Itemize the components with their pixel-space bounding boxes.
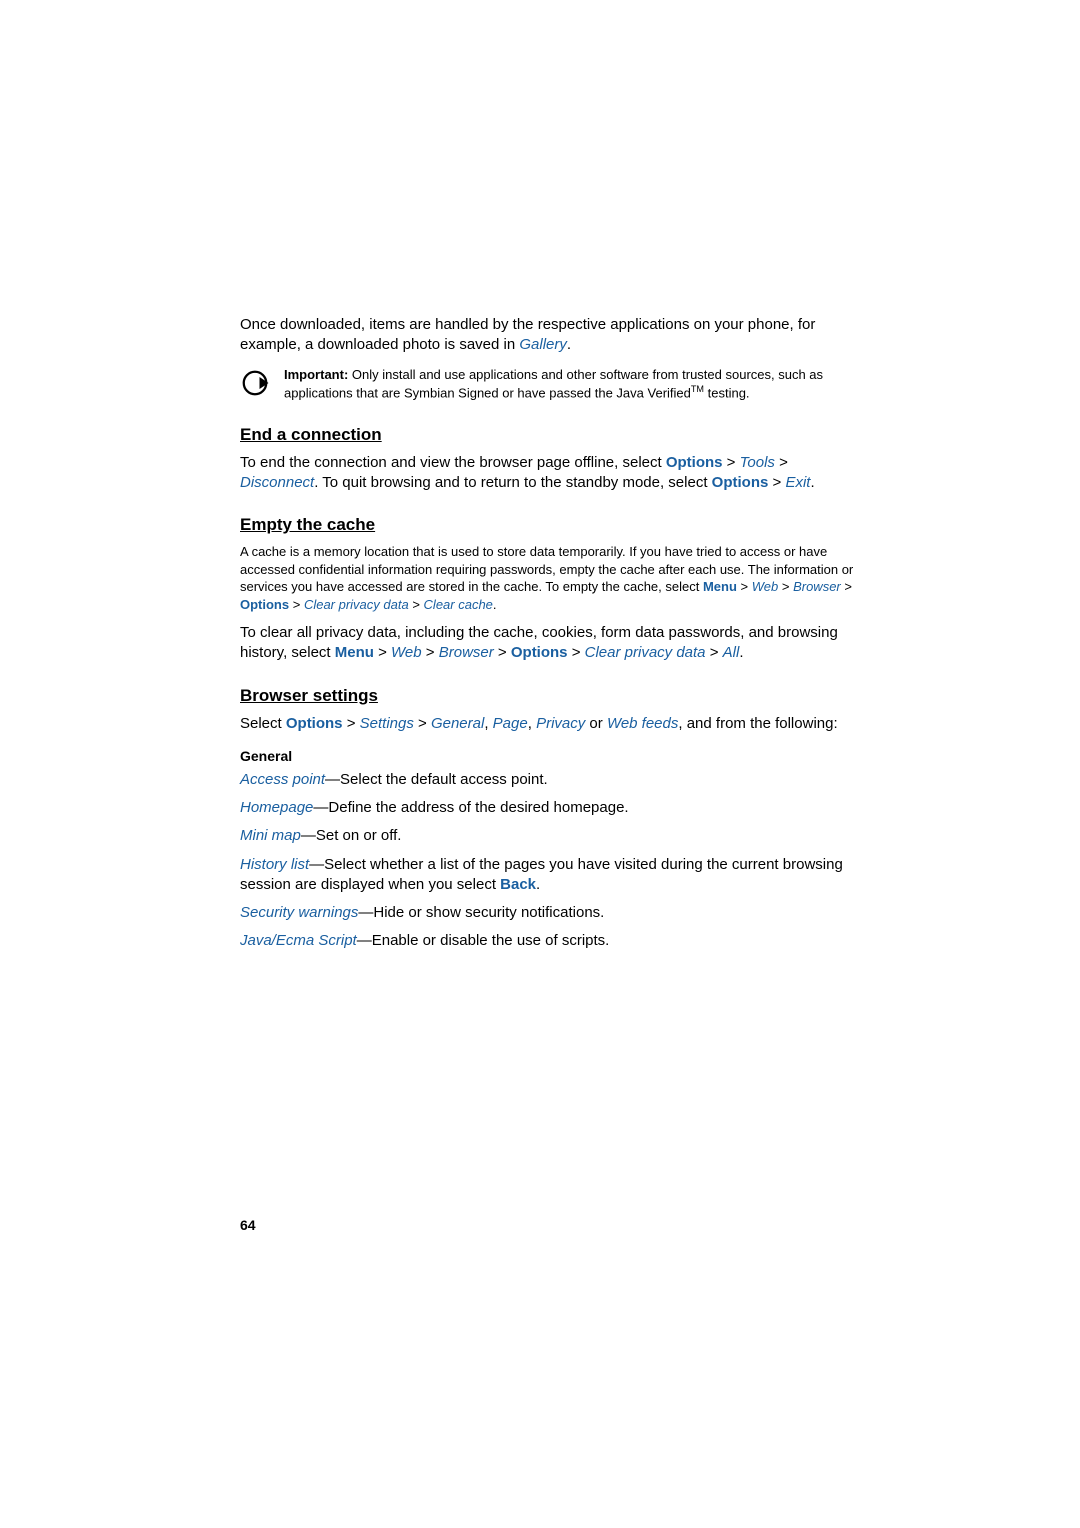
mini-map-label: Mini map: [240, 827, 301, 844]
ectx-menu: Menu: [703, 579, 737, 594]
intro-paragraph: Once downloaded, items are handled by th…: [240, 315, 860, 356]
bs-options: Options: [286, 715, 343, 732]
important-tail: testing.: [704, 385, 750, 400]
ectx-options: Options: [240, 597, 289, 612]
page-number: 64: [240, 1217, 256, 1233]
security-warnings-desc: —Hide or show security notifications.: [358, 904, 604, 921]
ectx2-period: .: [739, 644, 743, 661]
ec-gt2: >: [775, 454, 788, 471]
ectx-web: Web: [752, 579, 779, 594]
setting-java-ecma: Java/Ecma Script—Enable or disable the u…: [240, 931, 860, 951]
tm-mark: TM: [691, 384, 704, 394]
bs-general: General: [431, 715, 484, 732]
heading-empty-cache: Empty the cache: [240, 515, 860, 535]
bs-c2: ,: [528, 715, 536, 732]
ec-exit: Exit: [785, 474, 810, 491]
empty-cache-p1: A cache is a memory location that is use…: [240, 543, 860, 613]
ectx2-clearpriv: Clear privacy data: [585, 644, 706, 661]
ectx2-web: Web: [391, 644, 422, 661]
ectx2-gt2: >: [422, 644, 439, 661]
bs-privacy: Privacy: [536, 715, 585, 732]
bs-tail: , and from the following:: [678, 715, 837, 732]
important-note: Important: Only install and use applicat…: [240, 366, 860, 403]
gallery-link: Gallery: [519, 336, 567, 353]
important-text: Important: Only install and use applicat…: [284, 366, 860, 402]
bs-page: Page: [493, 715, 528, 732]
setting-access-point: Access point—Select the default access p…: [240, 770, 860, 790]
access-point-label: Access point: [240, 771, 325, 788]
setting-homepage: Homepage—Define the address of the desir…: [240, 798, 860, 818]
ectx-clearpriv: Clear privacy data: [304, 597, 409, 612]
ectx-gt3: >: [841, 579, 852, 594]
ectx2-gt3: >: [494, 644, 511, 661]
ec-disconnect: Disconnect: [240, 474, 314, 491]
important-label: Important:: [284, 367, 348, 382]
ectx-gt1: >: [737, 579, 752, 594]
browser-settings-intro: Select Options > Settings > General, Pag…: [240, 714, 860, 734]
homepage-label: Homepage: [240, 799, 313, 816]
ectx2-gt5: >: [706, 644, 723, 661]
bs-gt1: >: [343, 715, 360, 732]
setting-history-list: History list—Select whether a list of th…: [240, 855, 860, 896]
end-connection-paragraph: To end the connection and view the brows…: [240, 453, 860, 494]
history-list-desc-pre: —Select whether a list of the pages you …: [240, 856, 843, 893]
java-ecma-label: Java/Ecma Script: [240, 932, 357, 949]
security-warnings-label: Security warnings: [240, 904, 358, 921]
ec-gt3: >: [768, 474, 785, 491]
ec-options2: Options: [712, 474, 769, 491]
bs-webfeeds: Web feeds: [607, 715, 678, 732]
bs-c1: ,: [484, 715, 492, 732]
ec-gt1: >: [723, 454, 740, 471]
access-point-desc: —Select the default access point.: [325, 771, 548, 788]
ectx-gt5: >: [409, 597, 424, 612]
homepage-desc: —Define the address of the desired homep…: [313, 799, 628, 816]
history-list-label: History list: [240, 856, 309, 873]
bs-select: Select: [240, 715, 286, 732]
ectx-browser: Browser: [793, 579, 841, 594]
ectx2-options: Options: [511, 644, 568, 661]
history-list-desc-post: .: [536, 876, 540, 893]
setting-security-warnings: Security warnings—Hide or show security …: [240, 903, 860, 923]
intro-period: .: [567, 336, 571, 353]
ectx2-browser: Browser: [439, 644, 494, 661]
ectx2-all: All: [723, 644, 740, 661]
ec-tools: Tools: [740, 454, 775, 471]
mini-map-desc: —Set on or off.: [301, 827, 402, 844]
heading-browser-settings: Browser settings: [240, 686, 860, 706]
ectx-clearcache: Clear cache: [424, 597, 493, 612]
bs-settings: Settings: [360, 715, 414, 732]
ec-pre1: To end the connection and view the brows…: [240, 454, 666, 471]
bs-gt2: >: [414, 715, 431, 732]
ec-options1: Options: [666, 454, 723, 471]
ectx-gt2: >: [778, 579, 793, 594]
ectx2-gt1: >: [374, 644, 391, 661]
ectx2-gt4: >: [568, 644, 585, 661]
bs-or: or: [585, 715, 607, 732]
sub-heading-general: General: [240, 748, 860, 764]
ectx2-menu: Menu: [335, 644, 374, 661]
ec-mid: . To quit browsing and to return to the …: [314, 474, 711, 491]
ectx-period: .: [493, 597, 497, 612]
empty-cache-p2: To clear all privacy data, including the…: [240, 623, 860, 664]
history-back: Back: [500, 876, 536, 893]
java-ecma-desc: —Enable or disable the use of scripts.: [357, 932, 610, 949]
setting-mini-map: Mini map—Set on or off.: [240, 826, 860, 846]
important-icon: [240, 368, 270, 403]
document-page: Once downloaded, items are handled by th…: [0, 0, 1080, 1528]
ec-period: .: [810, 474, 814, 491]
heading-end-connection: End a connection: [240, 425, 860, 445]
ectx-gt4: >: [289, 597, 304, 612]
